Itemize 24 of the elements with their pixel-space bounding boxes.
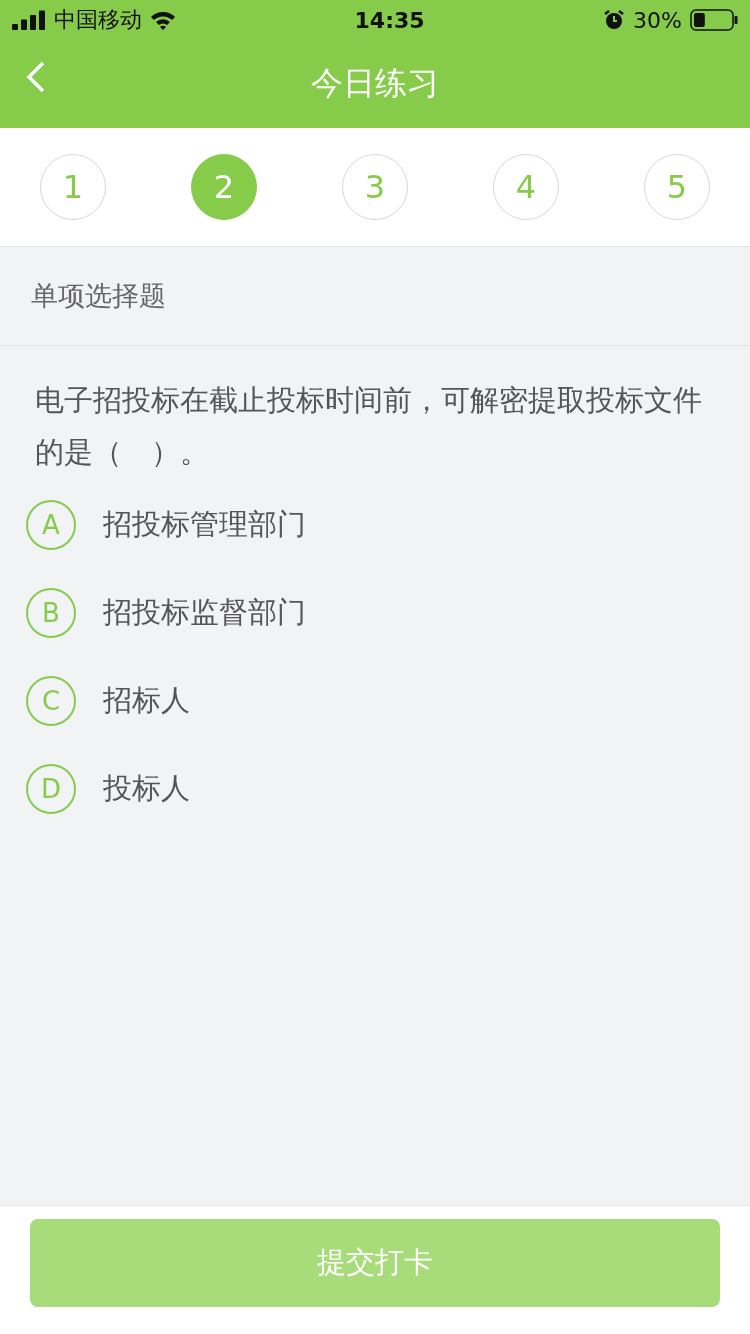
signal-icon [12,10,46,30]
question-number-button[interactable]: 2 [191,154,257,220]
page-title: 今日练习 [311,63,439,104]
alarm-clock-icon [603,9,626,31]
question-number-button[interactable]: 3 [342,154,408,220]
wifi-icon [150,10,176,30]
question-number-button[interactable]: 5 [644,154,710,220]
option-text[interactable]: 招投标管理部门 [103,505,306,545]
question-number-button[interactable]: 4 [493,154,559,220]
battery-percent: 30% [633,7,682,33]
option-letter-button[interactable]: B [26,588,76,638]
question-type-label: 单项选择题 [31,279,166,313]
option-text[interactable]: 招投标监督部门 [103,593,306,633]
back-chevron-icon [26,60,46,94]
option-letter-button[interactable]: A [26,500,76,550]
question-number-button[interactable]: 1 [40,154,106,220]
option-letter-button[interactable]: D [26,764,76,814]
option-text[interactable]: 投标人 [103,769,190,809]
option-letter-button[interactable]: C [26,676,76,726]
status-time: 14:35 [354,7,425,33]
question-text: 电子招投标在截止投标时间前，可解密提取投标文件的是（ ）。 [34,382,703,471]
battery-icon [690,9,738,31]
option-text[interactable]: 招标人 [103,681,190,721]
carrier-name: 中国移动 [54,6,142,34]
